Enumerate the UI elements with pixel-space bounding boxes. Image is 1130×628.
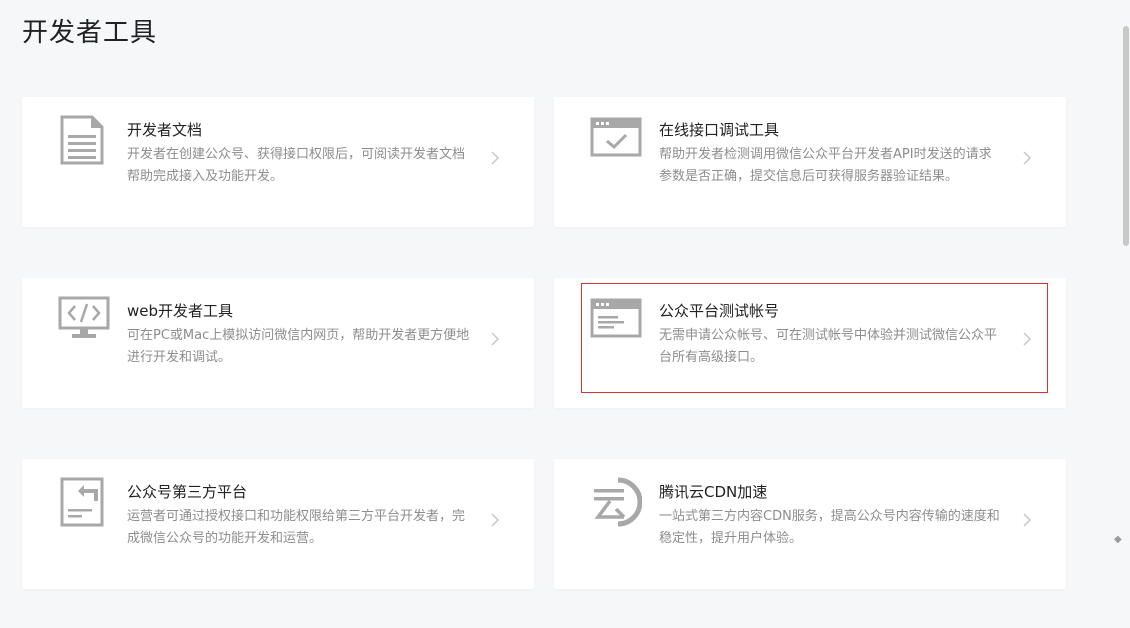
card-title: 腾讯云CDN加速 xyxy=(659,483,768,501)
scrollbar-thumb[interactable] xyxy=(1123,26,1129,246)
cloud-logo-icon xyxy=(594,477,642,527)
card-title: 公众号第三方平台 xyxy=(127,483,248,501)
chevron-right-icon xyxy=(491,332,500,346)
card-title: 开发者文档 xyxy=(127,121,203,139)
browser-window-icon xyxy=(590,298,642,338)
card-tencent-cloud-cdn[interactable]: 腾讯云CDN加速 一站式第三方内容CDN服务，提高公众号内容传输的速度和稳定性，… xyxy=(554,459,1066,589)
card-title: 公众平台测试帐号 xyxy=(659,302,780,320)
card-third-party-platform[interactable]: 公众号第三方平台 运营者可通过授权接口和功能权限给第三方平台开发者，完成微信公众… xyxy=(22,459,534,589)
monitor-code-icon xyxy=(58,296,110,338)
card-developer-docs[interactable]: 开发者文档 开发者在创建公众号、获得接口权限后，可阅读开发者文档帮助完成接入及功… xyxy=(22,97,534,227)
card-title: web开发者工具 xyxy=(127,302,234,320)
card-description: 可在PC或Mac上模拟访问微信内网页，帮助开发者更方便地进行开发和调试。 xyxy=(127,328,470,365)
chevron-right-icon xyxy=(1023,332,1032,346)
chevron-right-icon xyxy=(1023,151,1032,165)
card-description: 无需申请公众帐号、可在测试帐号中体验并测试微信公众平台所有高级接口。 xyxy=(659,328,998,365)
card-online-api-debug[interactable]: 在线接口调试工具 帮助开发者检测调用微信公众平台开发者API时发送的请求参数是否… xyxy=(554,97,1066,227)
document-icon xyxy=(60,115,104,165)
chevron-right-icon xyxy=(491,513,500,527)
browser-check-icon xyxy=(590,117,642,157)
card-description: 一站式第三方内容CDN服务，提高公众号内容传输的速度和稳定性，提升用户体验。 xyxy=(659,509,1000,546)
page-title: 开发者工具 xyxy=(22,18,158,48)
chevron-right-icon xyxy=(491,151,500,165)
card-description: 开发者在创建公众号、获得接口权限后，可阅读开发者文档帮助完成接入及功能开发。 xyxy=(127,147,466,184)
card-title: 在线接口调试工具 xyxy=(659,121,780,139)
chevron-right-icon xyxy=(1023,513,1032,527)
scrollbar[interactable] xyxy=(1122,0,1130,628)
card-description: 帮助开发者检测调用微信公众平台开发者API时发送的请求参数是否正确，提交信息后可… xyxy=(659,147,992,184)
card-description: 运营者可通过授权接口和功能权限给第三方平台开发者，完成微信公众号的功能开发和运营… xyxy=(127,509,466,546)
side-widget-icon: ◆ xyxy=(1114,534,1122,545)
card-test-account[interactable]: 公众平台测试帐号 无需申请公众帐号、可在测试帐号中体验并测试微信公众平台所有高级… xyxy=(554,278,1066,408)
card-web-dev-tools[interactable]: web开发者工具 可在PC或Mac上模拟访问微信内网页，帮助开发者更方便地进行开… xyxy=(22,278,534,408)
document-share-icon xyxy=(60,477,104,527)
